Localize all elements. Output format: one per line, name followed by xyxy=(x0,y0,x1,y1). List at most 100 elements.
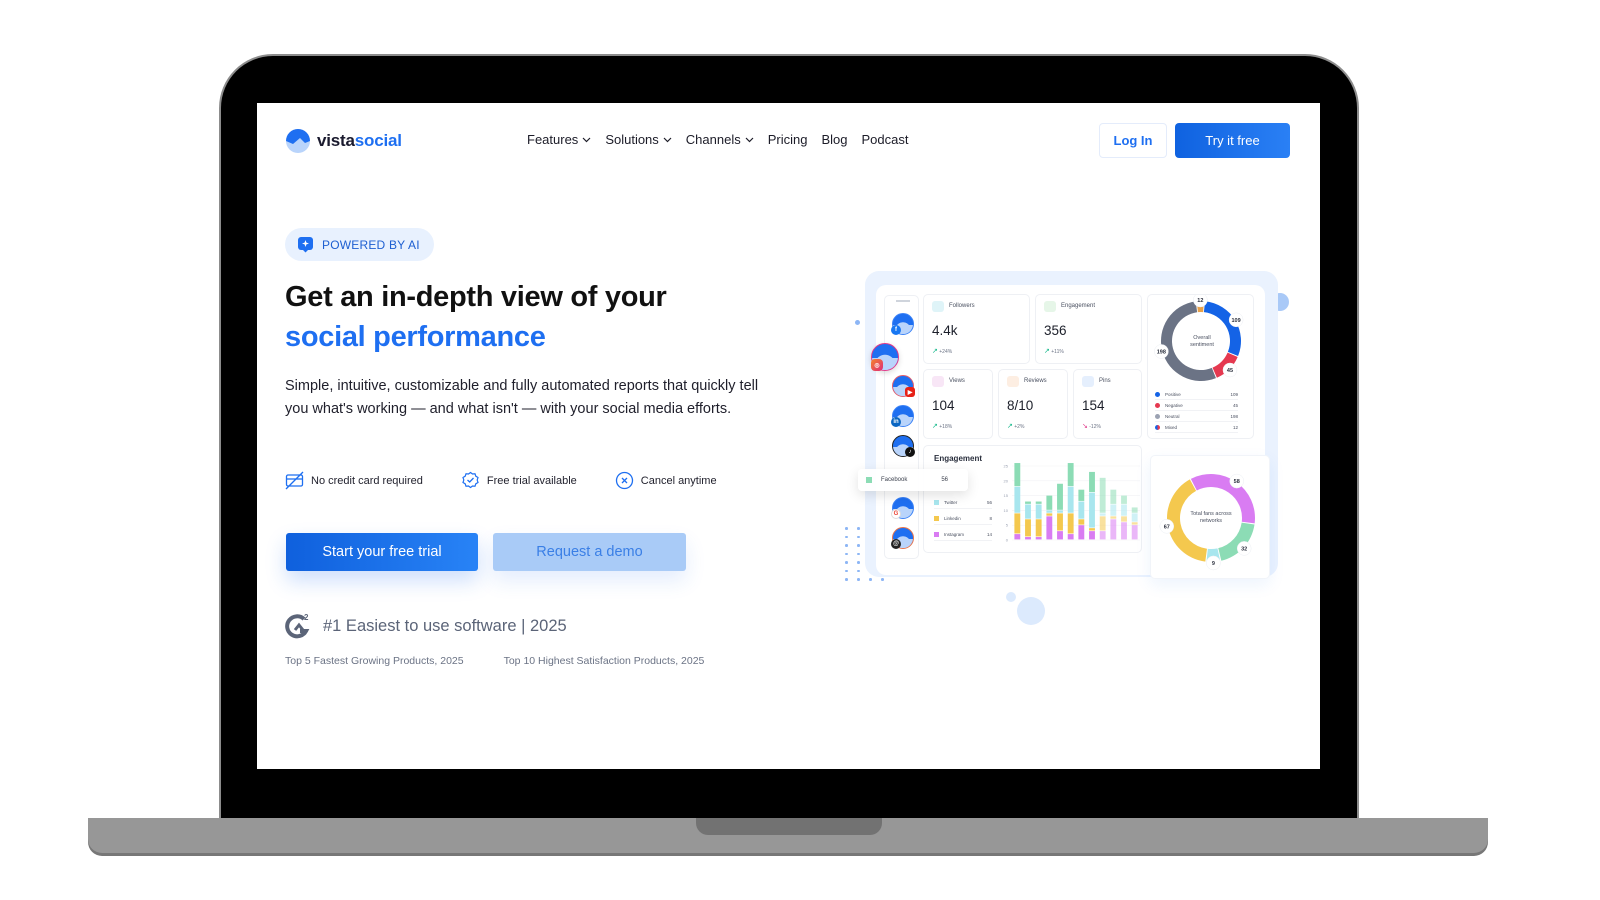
bar-segment-facebook xyxy=(1078,489,1085,501)
bar-segment-twitter xyxy=(1131,513,1138,522)
metric-delta: ↗ +2% xyxy=(1007,423,1025,430)
bar-segment-linkedin xyxy=(1067,513,1074,534)
fans-data-label: 9 xyxy=(1212,561,1215,567)
metric-value: 154 xyxy=(1082,398,1105,413)
metric-name: Pins xyxy=(1099,378,1111,384)
trend-down-icon: ↘ xyxy=(1082,423,1088,430)
chevron-down-icon xyxy=(663,137,672,142)
youtube-icon: ▶ xyxy=(905,387,915,397)
metric-delta: ↗ +18% xyxy=(932,423,953,430)
bar-segment-twitter xyxy=(1078,501,1085,519)
chevron-down-icon xyxy=(745,137,754,142)
bar-segment-facebook xyxy=(1014,463,1021,487)
y-tick-label: 0 xyxy=(1006,538,1009,543)
metric-name: Views xyxy=(949,378,965,384)
engagement-legend-row: Twitter 56 xyxy=(934,500,992,509)
sentiment-data-label: 109 xyxy=(1232,318,1241,324)
fans-data-label: 32 xyxy=(1241,546,1247,552)
bar-segment-linkedin xyxy=(1014,513,1021,534)
try-free-button[interactable]: Try it free xyxy=(1175,123,1290,158)
nav-pricing[interactable]: Pricing xyxy=(768,132,808,147)
metric-delta: ↗ +24% xyxy=(932,348,953,355)
fans-data-label: 67 xyxy=(1164,524,1170,530)
y-tick-label: 15 xyxy=(1004,493,1009,498)
review-icon xyxy=(1007,376,1019,387)
perk-item: Cancel anytime xyxy=(615,471,717,490)
laptop-notch xyxy=(696,818,882,835)
logo-text: vistasocial xyxy=(317,131,402,150)
bar-segment-linkedin xyxy=(1078,519,1085,525)
bar-segment-linkedin xyxy=(1035,519,1042,537)
award-title: #1 Easiest to use software | 2025 xyxy=(323,616,567,635)
facebook-tooltip: Facebook 56 xyxy=(858,469,968,491)
trend-up-icon: ↗ xyxy=(1007,423,1013,430)
laptop-mockup: vistasocial Features Solutions Channels … xyxy=(0,0,1600,900)
trend-up-icon: ↗ xyxy=(932,423,938,430)
hero-title-line2: social performance xyxy=(285,321,546,353)
metric-name: Reviews xyxy=(1024,378,1047,384)
instagram-icon: ◎ xyxy=(871,359,883,371)
bar-segment-instagram xyxy=(1089,531,1095,540)
engagement-title: Engagement xyxy=(934,454,983,463)
trend-up-icon: ↗ xyxy=(932,348,938,355)
y-tick-label: 5 xyxy=(1006,523,1009,528)
users-icon xyxy=(932,301,944,312)
bar-segment-twitter xyxy=(1057,510,1063,513)
metric-card-engagement: Engagement 356 ↗ +11% xyxy=(1035,294,1142,364)
award-sub-item: Top 10 Highest Satisfaction Products, 20… xyxy=(503,655,705,667)
nav-features[interactable]: Features xyxy=(527,132,591,147)
bar-segment-facebook xyxy=(1089,471,1095,493)
bar-segment-twitter xyxy=(1110,504,1117,516)
login-button[interactable]: Log In xyxy=(1099,123,1167,158)
bar-segment-linkedin xyxy=(1025,519,1031,537)
bar-segment-linkedin xyxy=(1099,516,1106,531)
sentiment-legend-row: Negative 45 xyxy=(1155,403,1238,411)
bar-segment-linkedin xyxy=(1121,516,1127,522)
sentiment-legend-row: Mixed 12 xyxy=(1155,425,1238,433)
bar-segment-instagram xyxy=(1099,531,1106,540)
bar-segment-facebook xyxy=(1025,501,1031,504)
award-sub-item: Top 5 Fastest Growing Products, 2025 xyxy=(285,655,464,667)
bar-segment-facebook xyxy=(1035,501,1042,504)
pin-icon xyxy=(1082,376,1094,387)
award-subtitles: Top 5 Fastest Growing Products, 2025 Top… xyxy=(285,655,704,667)
decor-circle xyxy=(1006,592,1016,602)
navbar: vistasocial Features Solutions Channels … xyxy=(257,103,1320,178)
bar-segment-facebook xyxy=(1067,463,1074,487)
engagement-legend-row: Linkedin 8 xyxy=(934,516,992,525)
g2-logo-icon: 2 xyxy=(285,613,310,639)
bar-segment-facebook xyxy=(1057,483,1063,510)
logo[interactable]: vistasocial xyxy=(285,128,402,154)
fans-data-label: 58 xyxy=(1234,479,1240,485)
trend-up-icon: ↗ xyxy=(1044,348,1050,355)
engagement-card: Engagement Twitter 56 Linkedin 8 Instagram… xyxy=(923,445,1142,553)
bar-segment-facebook xyxy=(1046,495,1053,510)
sentiment-data-label: 12 xyxy=(1197,298,1203,304)
tooltip-value: 56 xyxy=(941,477,948,483)
bar-segment-linkedin xyxy=(1057,513,1063,531)
sentiment-legend-row: Positive 109 xyxy=(1155,392,1238,400)
hero-description: Simple, intuitive, customizable and full… xyxy=(285,378,759,417)
nav-solutions[interactable]: Solutions xyxy=(605,132,672,147)
metric-card-pins: Pins 154 ↘ -12% xyxy=(1073,369,1142,439)
bar-segment-instagram xyxy=(1025,537,1031,540)
nav-channels[interactable]: Channels xyxy=(686,132,754,147)
main-menu: Features Solutions Channels Pricing Blog… xyxy=(527,132,909,147)
threads-icon: @ xyxy=(891,539,901,549)
nav-blog[interactable]: Blog xyxy=(821,132,847,147)
facebook-swatch xyxy=(866,477,872,483)
thumbs-up-icon xyxy=(1044,301,1056,312)
hero-title: Get an in-depth view of your social perf… xyxy=(285,277,667,357)
start-free-trial-button[interactable]: Start your free trial xyxy=(286,533,478,571)
svg-text:2: 2 xyxy=(304,613,309,622)
nav-podcast[interactable]: Podcast xyxy=(862,132,909,147)
bar-segment-twitter xyxy=(1014,486,1021,513)
tiktok-icon: ♪ xyxy=(905,447,915,457)
sentiment-data-label: 45 xyxy=(1227,368,1233,374)
hero-title-line1: Get an in-depth view of your xyxy=(285,281,667,313)
linkedin-icon: in xyxy=(891,417,901,427)
fans-center-label: Total fans across networks xyxy=(1190,511,1232,524)
request-demo-button[interactable]: Request a demo xyxy=(493,533,686,571)
bar-segment-twitter xyxy=(1099,513,1106,516)
tooltip-label: Facebook xyxy=(881,477,908,483)
